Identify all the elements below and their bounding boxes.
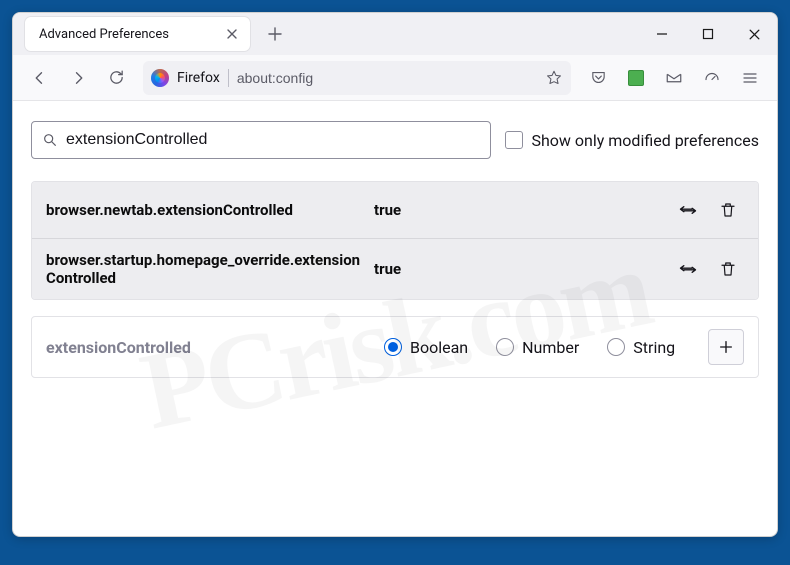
tabstrip: Advanced Preferences bbox=[13, 13, 777, 55]
delete-button[interactable] bbox=[712, 194, 744, 226]
tab-advanced-preferences[interactable]: Advanced Preferences bbox=[25, 17, 250, 51]
radio-icon bbox=[607, 338, 625, 356]
tab-title: Advanced Preferences bbox=[39, 27, 169, 42]
pref-list: browser.newtab.extensionControlled true … bbox=[31, 181, 759, 300]
urlbar-separator bbox=[228, 69, 229, 87]
add-pref-button[interactable] bbox=[708, 329, 744, 365]
extension-icon[interactable] bbox=[619, 61, 653, 95]
bookmark-star-icon[interactable] bbox=[545, 69, 563, 87]
urlbar-input[interactable] bbox=[237, 70, 537, 86]
navbar: Firefox bbox=[13, 55, 777, 101]
reload-button[interactable] bbox=[99, 61, 133, 95]
app-menu-icon[interactable] bbox=[733, 61, 767, 95]
radio-label: Boolean bbox=[410, 338, 468, 357]
new-tab-button[interactable] bbox=[260, 19, 290, 49]
content: PCrisk.com Show only modified preference… bbox=[13, 101, 777, 536]
close-tab-icon[interactable] bbox=[224, 26, 240, 42]
toolbar-icons bbox=[581, 61, 767, 95]
show-modified-label: Show only modified preferences bbox=[531, 131, 759, 150]
close-window-button[interactable] bbox=[731, 13, 777, 55]
urlbar-brand: Firefox bbox=[177, 70, 220, 86]
search-input[interactable] bbox=[66, 131, 480, 149]
toggle-button[interactable] bbox=[672, 253, 704, 285]
radio-string[interactable]: String bbox=[607, 338, 675, 357]
maximize-button[interactable] bbox=[685, 13, 731, 55]
delete-button[interactable] bbox=[712, 253, 744, 285]
inbox-icon[interactable] bbox=[657, 61, 691, 95]
pref-row: browser.startup.homepage_override.extens… bbox=[32, 238, 758, 299]
pref-row: browser.newtab.extensionControlled true bbox=[32, 182, 758, 238]
radio-number[interactable]: Number bbox=[496, 338, 579, 357]
minimize-button[interactable] bbox=[639, 13, 685, 55]
radio-boolean[interactable]: Boolean bbox=[384, 338, 468, 357]
forward-button[interactable] bbox=[61, 61, 95, 95]
firefox-logo-icon bbox=[151, 69, 169, 87]
pref-name: browser.startup.homepage_override.extens… bbox=[46, 251, 366, 287]
pref-value: true bbox=[374, 260, 664, 278]
browser-window: Advanced Preferences bbox=[12, 12, 778, 537]
search-row: Show only modified preferences bbox=[31, 121, 759, 159]
toggle-button[interactable] bbox=[672, 194, 704, 226]
pref-name: browser.newtab.extensionControlled bbox=[46, 201, 366, 219]
create-pref-name: extensionControlled bbox=[46, 338, 366, 357]
window-controls bbox=[639, 13, 777, 55]
checkbox-icon[interactable] bbox=[505, 131, 523, 149]
speed-icon[interactable] bbox=[695, 61, 729, 95]
create-pref-row: extensionControlled Boolean Number Strin… bbox=[31, 316, 759, 378]
back-button[interactable] bbox=[23, 61, 57, 95]
radio-icon bbox=[496, 338, 514, 356]
type-radios: Boolean Number String bbox=[384, 338, 690, 357]
search-icon bbox=[42, 132, 58, 148]
search-box[interactable] bbox=[31, 121, 491, 159]
pocket-icon[interactable] bbox=[581, 61, 615, 95]
radio-label: String bbox=[633, 338, 675, 357]
urlbar[interactable]: Firefox bbox=[143, 61, 571, 95]
show-modified-checkbox[interactable]: Show only modified preferences bbox=[505, 131, 759, 150]
radio-label: Number bbox=[522, 338, 579, 357]
pref-value: true bbox=[374, 201, 664, 219]
radio-icon bbox=[384, 338, 402, 356]
